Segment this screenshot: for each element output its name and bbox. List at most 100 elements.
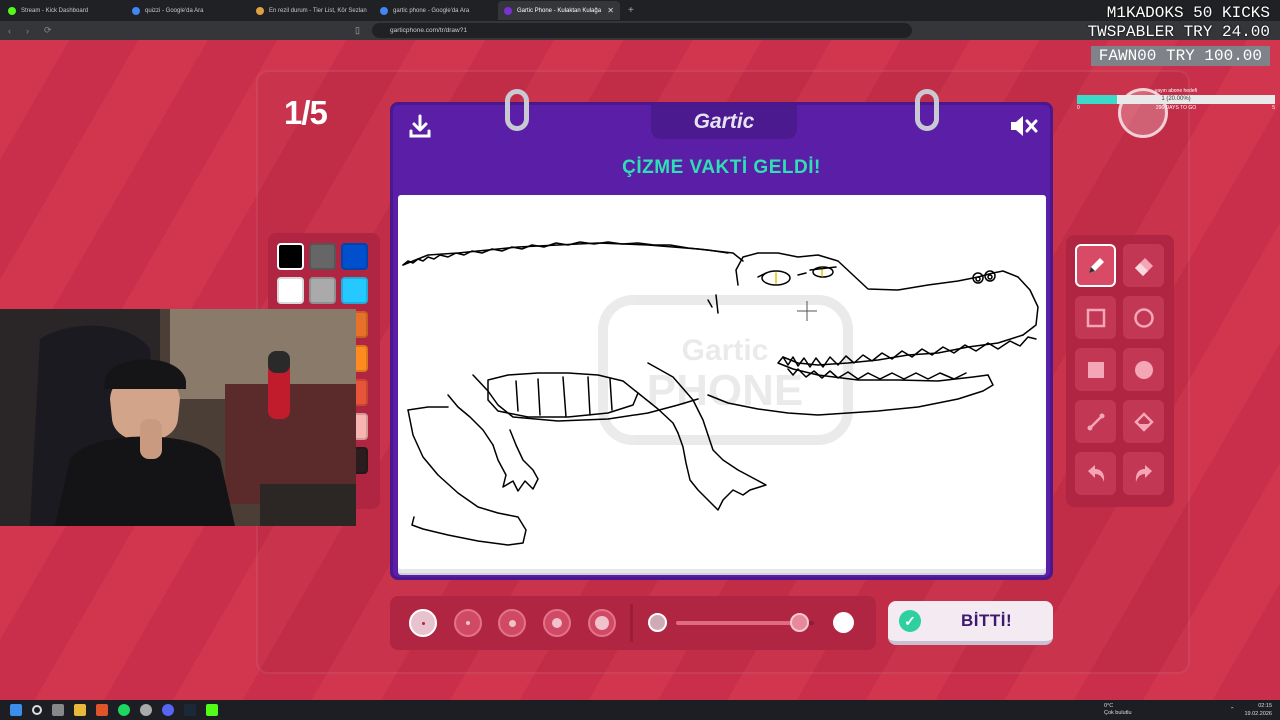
goal-max: 5 (1272, 105, 1275, 111)
draw-heading: ÇİZME VAKTİ GELDİ! (622, 157, 821, 178)
circle-outline-icon (1133, 307, 1154, 328)
windows-start-icon[interactable] (10, 704, 22, 716)
gartic-favicon-icon (504, 6, 512, 15)
alert-line: TWSPABLER TRY 24.00 (1087, 23, 1270, 41)
tab-label: quizzi - Google'da Ara (145, 7, 204, 14)
drawing-canvas[interactable]: Gartic PHONE (398, 195, 1046, 569)
browser-tab-gartic[interactable]: Gartic Phone - Kulaktan Kulağa ✕ (498, 1, 620, 20)
opacity-fill (676, 621, 801, 625)
tab-label: Stream - Kick Dashboard (21, 7, 89, 14)
brave-browser-icon[interactable] (96, 704, 108, 716)
tool-eraser[interactable] (1123, 244, 1164, 287)
site-favicon-icon (256, 6, 264, 15)
square-fill-icon (1087, 361, 1104, 378)
done-button[interactable]: ✓ BİTTİ! (888, 601, 1053, 645)
goal-time-left: 296 DAYS TO GO (1155, 105, 1197, 111)
tool-filled-ellipse[interactable] (1123, 348, 1164, 391)
new-tab-button[interactable]: + (628, 5, 634, 16)
back-arrow-icon[interactable]: ‹ (8, 26, 18, 36)
obs-icon[interactable] (206, 704, 218, 716)
color-swatch-black[interactable] (277, 243, 304, 270)
browser-tab-quizzi[interactable]: quizzi - Google'da Ara (126, 1, 248, 20)
search-icon[interactable] (32, 705, 42, 715)
spotify-icon[interactable] (118, 704, 130, 716)
tool-redo[interactable] (1123, 452, 1164, 495)
steam-icon[interactable] (184, 704, 196, 716)
settings-icon[interactable] (140, 704, 152, 716)
round-counter: 1/5 (284, 94, 328, 131)
gartic-logo: Gartic (651, 105, 797, 139)
stream-alerts: M1KADOKS 50 KICKS TWSPABLER TRY 24.00 FA… (1088, 4, 1270, 66)
eraser-icon (1134, 257, 1153, 276)
color-swatch-gray[interactable] (309, 243, 336, 270)
tool-bucket[interactable] (1123, 400, 1164, 443)
brush-size-5[interactable] (588, 609, 616, 637)
clock-time: 02:15 (1258, 703, 1272, 709)
checkmark-icon: ✓ (899, 610, 921, 632)
opacity-max-icon (833, 612, 854, 633)
tab-label: En rezil durum - Tier List, Kör Sezlan (269, 7, 367, 14)
google-favicon-icon (380, 6, 388, 15)
alert-line: M1KADOKS 50 KICKS (1106, 4, 1270, 22)
color-swatch-light-gray[interactable] (309, 277, 336, 304)
tool-rectangle[interactable] (1075, 296, 1116, 339)
chevron-up-icon[interactable]: ⌃ (1230, 707, 1235, 713)
tool-undo[interactable] (1075, 452, 1116, 495)
brush-size-2[interactable] (454, 609, 482, 637)
brush-size-1[interactable] (409, 609, 437, 637)
clock-date: 19.02.2026 (1244, 711, 1272, 717)
system-tray: ⌃ 02:15 19.02.2026 (1230, 702, 1272, 718)
goal-title: yayın abone hedefi (1154, 88, 1198, 94)
weather-desc: Çok bulutlu (1104, 710, 1132, 716)
bookmark-icon[interactable]: ▯ (355, 25, 360, 36)
weather-widget[interactable]: 0°C Çok bulutlu (1104, 703, 1132, 717)
browser-tab-tierlist[interactable]: En rezil durum - Tier List, Kör Sezlan (250, 1, 372, 20)
crocodile-drawing: Gartic PHONE (402, 241, 1039, 546)
task-view-icon[interactable] (52, 704, 64, 716)
alert-highlight: FAWN00 TRY 100.00 (1090, 46, 1270, 66)
tool-line[interactable] (1075, 400, 1116, 443)
color-swatch-blue[interactable] (341, 243, 368, 270)
drawing-board: Gartic ÇİZME VAKTİ GELDİ! Gartic PHONE (390, 89, 1053, 580)
opacity-slider-handle[interactable] (790, 613, 810, 632)
bucket-icon (1133, 411, 1154, 432)
brush-controls (390, 596, 876, 650)
color-swatch-white[interactable] (277, 277, 304, 304)
webcam-image (0, 309, 356, 526)
binder-ring-right (915, 89, 939, 131)
browser-tab-gartic-search[interactable]: gartic phone - Google'da Ara (374, 1, 496, 20)
circle-fill-icon (1134, 360, 1153, 379)
discord-icon[interactable] (162, 704, 174, 716)
tool-filled-rectangle[interactable] (1075, 348, 1116, 391)
tab-label: Gartic Phone - Kulaktan Kulağa (517, 7, 602, 14)
tool-ellipse[interactable] (1123, 296, 1164, 339)
forward-arrow-icon[interactable]: › (26, 26, 36, 36)
windows-taskbar: 0°C Çok bulutlu ⌃ 02:15 19.02.2026 (0, 700, 1280, 720)
gartic-watermark: Gartic PHONE (598, 295, 853, 445)
streamer-webcam (0, 309, 356, 526)
clock[interactable]: 02:15 19.02.2026 (1244, 702, 1272, 718)
square-outline-icon (1086, 308, 1105, 327)
goal-min: 0 (1077, 105, 1080, 111)
tool-panel (1066, 235, 1174, 507)
url-field[interactable]: garticphone.com/tr/draw?1 (372, 23, 912, 38)
file-explorer-icon[interactable] (74, 704, 86, 716)
download-icon[interactable] (407, 113, 433, 139)
line-icon (1087, 413, 1104, 430)
svg-text:Gartic: Gartic (682, 334, 769, 367)
reload-icon[interactable]: ⟳ (44, 25, 54, 36)
board-header: Gartic ÇİZME VAKTİ GELDİ! (393, 89, 1050, 193)
controls-divider (630, 604, 633, 642)
brush-size-4[interactable] (543, 609, 571, 637)
mute-icon[interactable] (1008, 113, 1038, 139)
weather-temp: 0°C (1104, 703, 1114, 709)
color-swatch-cyan[interactable] (341, 277, 368, 304)
tool-pencil[interactable] (1075, 244, 1116, 287)
brush-size-3[interactable] (498, 609, 526, 637)
sub-goal-widget: yayın abone hedefi 1 (20.00%) 0 296 DAYS… (1077, 88, 1275, 111)
tab-label: gartic phone - Google'da Ara (393, 7, 470, 14)
tab-close-icon[interactable]: ✕ (607, 6, 614, 15)
goal-progress-bar: 1 (20.00%) (1077, 95, 1275, 104)
pencil-icon (1088, 257, 1104, 273)
browser-tab-kick[interactable]: Stream - Kick Dashboard (2, 1, 124, 20)
